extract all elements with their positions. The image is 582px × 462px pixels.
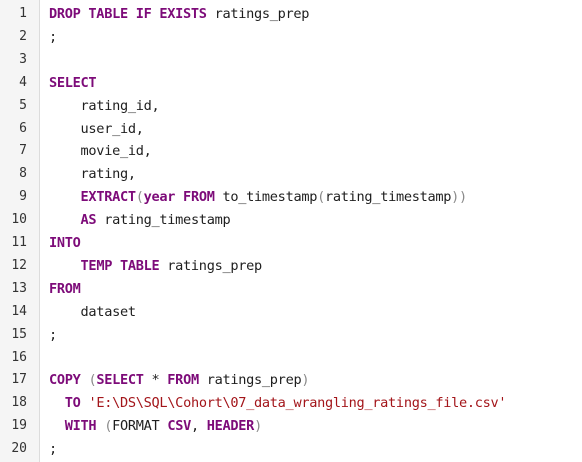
line-number: 4 xyxy=(19,74,27,90)
code-line[interactable]: SELECT xyxy=(49,73,97,93)
keyword-token: FROM xyxy=(49,280,81,297)
code-line[interactable]: movie_id, xyxy=(49,141,152,161)
paren-token: )) xyxy=(451,189,467,206)
keyword-token: WITH xyxy=(64,418,97,435)
keyword-token: TO xyxy=(64,395,81,412)
keyword-token: EXTRACT xyxy=(80,189,137,206)
paren-token: ( xyxy=(317,189,325,206)
identifier-token: * xyxy=(143,372,168,389)
keyword-token: AS xyxy=(80,212,97,229)
code-line[interactable]: ; xyxy=(49,439,57,459)
line-number: 18 xyxy=(11,395,27,411)
punctuation-token: ; xyxy=(49,441,57,458)
line-number: 14 xyxy=(11,303,27,319)
line-number: 13 xyxy=(11,280,27,296)
code-line[interactable]: TEMP TABLE ratings_prep xyxy=(49,256,263,276)
keyword-token: CSV xyxy=(167,418,191,435)
line-number: 15 xyxy=(11,326,27,342)
identifier-token: rating_id, xyxy=(49,97,160,114)
line-number: 8 xyxy=(19,166,27,182)
line-number: 2 xyxy=(19,28,27,44)
line-number: 20 xyxy=(11,441,27,457)
identifier-token: rating, xyxy=(49,166,137,183)
code-line[interactable]: INTO xyxy=(49,233,81,253)
code-line[interactable]: ; xyxy=(49,325,57,345)
code-line[interactable]: user_id, xyxy=(49,119,144,139)
keyword-token: year FROM xyxy=(143,189,215,206)
code-line[interactable]: rating_id, xyxy=(49,96,160,116)
code-line[interactable]: TO 'E:\DS\SQL\Cohort\07_data_wrangling_r… xyxy=(49,393,507,413)
paren-token: ( xyxy=(104,418,113,435)
paren-token: ) xyxy=(301,372,310,389)
code-line[interactable]: dataset xyxy=(49,302,137,322)
line-number-gutter: 1 2 3 4 5 6 7 8 9 10 11 12 13 14 15 16 17 18 19 20 xyxy=(0,0,40,462)
line-number: 1 xyxy=(19,6,27,21)
identifier-token xyxy=(49,418,65,434)
identifier-token: rating_timestamp xyxy=(325,189,452,206)
sql-editor[interactable]: 1 2 3 4 5 6 7 8 9 10 11 12 13 14 15 16 17 18 19 20 DROP TAB… xyxy=(0,0,582,462)
keyword-token: FROM xyxy=(167,372,199,389)
string-literal-token: 'E:\DS\SQL\Cohort\07_data_wrangling_rati… xyxy=(88,395,507,412)
code-line[interactable]: rating, xyxy=(49,164,137,184)
keyword-token: DROP TABLE IF EXISTS xyxy=(49,6,207,22)
identifier-token: rating_timestamp xyxy=(96,212,231,229)
keyword-token: COPY xyxy=(49,372,81,389)
keyword-token: SELECT xyxy=(49,74,97,91)
line-number: 9 xyxy=(19,189,27,205)
identifier-token: dataset xyxy=(49,303,137,320)
line-number: 7 xyxy=(19,143,27,159)
line-number: 5 xyxy=(19,97,27,113)
line-number: 6 xyxy=(19,120,27,136)
line-number: 16 xyxy=(11,349,27,365)
identifier-token: ratings_prep xyxy=(198,372,302,389)
code-line[interactable]: WITH (FORMAT CSV, HEADER) xyxy=(49,416,262,436)
punctuation-token: ; xyxy=(49,326,57,343)
code-line[interactable]: COPY (SELECT * FROM ratings_prep) xyxy=(49,370,310,390)
identifier-token xyxy=(49,189,81,205)
keyword-token: SELECT xyxy=(96,372,144,389)
keyword-token: TEMP TABLE xyxy=(80,257,160,274)
identifier-token xyxy=(49,395,65,411)
line-number: 19 xyxy=(11,418,27,434)
keyword-token: INTO xyxy=(49,235,81,251)
identifier-token xyxy=(49,212,81,228)
paren-token: ( xyxy=(135,189,144,206)
identifier-token: ratings_prep xyxy=(206,6,310,22)
line-number: 17 xyxy=(11,372,27,388)
paren-token: ) xyxy=(254,418,262,435)
identifier-token: FORMAT xyxy=(112,418,168,435)
code-line[interactable]: EXTRACT(year FROM to_timestamp(rating_ti… xyxy=(49,187,468,207)
line-number: 10 xyxy=(11,212,27,228)
line-number: 3 xyxy=(19,51,27,67)
code-line[interactable]: FROM xyxy=(49,279,81,299)
identifier-token xyxy=(49,258,81,274)
identifier-token: to_timestamp xyxy=(214,189,318,206)
code-line[interactable]: ; xyxy=(49,27,57,47)
identifier-token: user_id, xyxy=(49,120,144,137)
identifier-token: , xyxy=(190,418,207,435)
identifier-token: ratings_prep xyxy=(159,257,262,274)
line-number: 11 xyxy=(11,235,27,250)
identifier-token: movie_id, xyxy=(49,143,152,160)
code-line[interactable]: DROP TABLE IF EXISTS ratings_prep xyxy=(49,4,309,24)
line-number: 12 xyxy=(11,257,27,273)
code-line[interactable]: AS rating_timestamp xyxy=(49,210,231,230)
punctuation-token: ; xyxy=(49,28,57,45)
keyword-token: HEADER xyxy=(206,418,255,435)
